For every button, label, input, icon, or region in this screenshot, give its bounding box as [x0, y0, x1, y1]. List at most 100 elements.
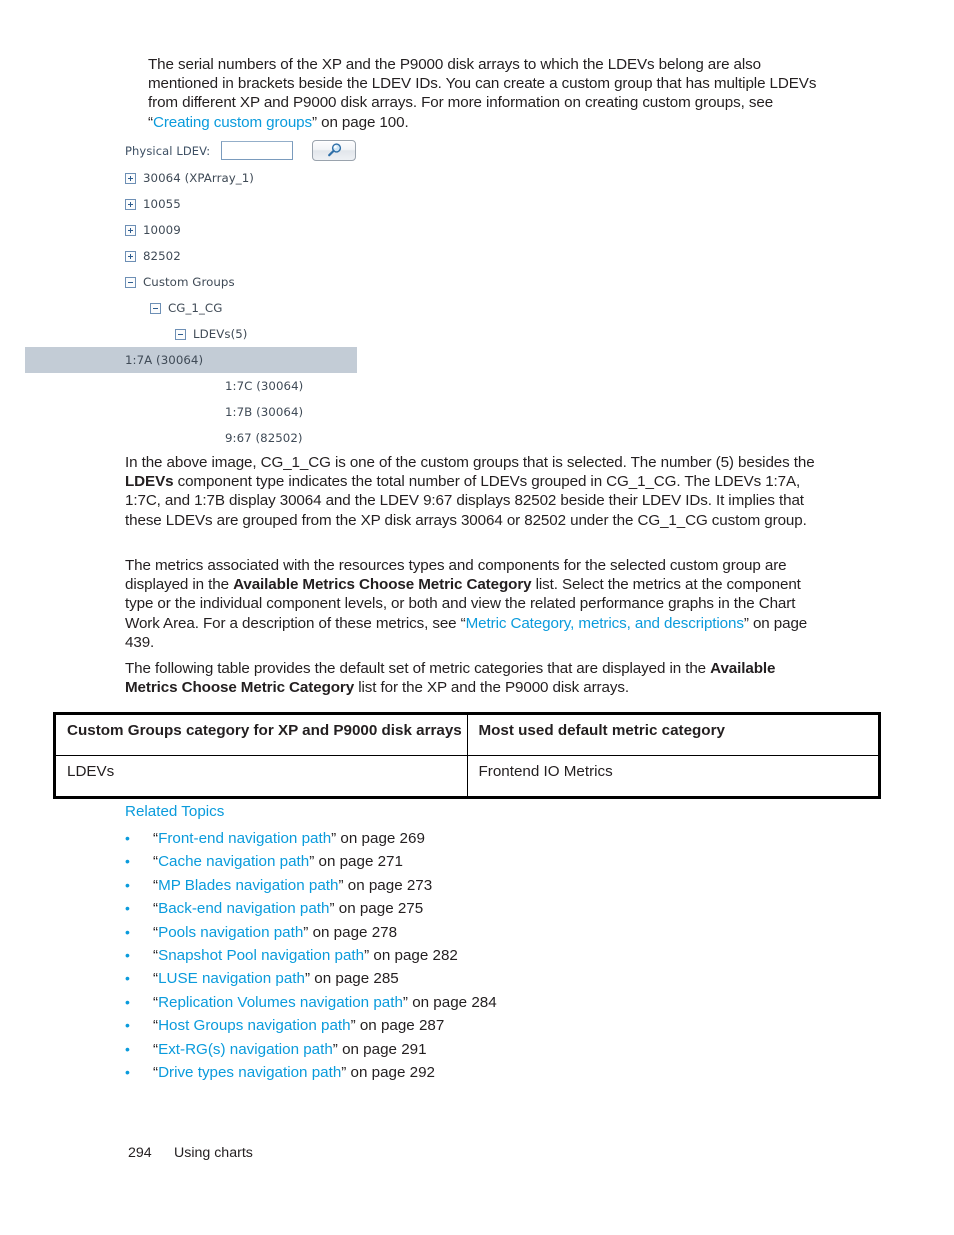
- page-footer: 294 Using charts: [128, 1145, 253, 1161]
- tree-leaf[interactable]: 1:7B (30064): [125, 399, 525, 425]
- tree-node-label: 1:7A (30064): [125, 353, 204, 367]
- tree-node-label: 82502: [143, 249, 181, 263]
- tree-node-label: 10009: [143, 223, 181, 237]
- tree-node-custom-groups[interactable]: Custom Groups: [125, 269, 525, 295]
- tree-node[interactable]: 82502: [125, 243, 525, 269]
- tree-node[interactable]: 10009: [125, 217, 525, 243]
- expand-plus-icon[interactable]: [125, 224, 136, 236]
- search-button[interactable]: [312, 140, 357, 161]
- magnifier-icon: [327, 143, 341, 157]
- table-cell: Frontend IO Metrics: [478, 763, 613, 780]
- intro-paragraph: The serial numbers of the XP and the P90…: [148, 55, 820, 132]
- explanation-paragraph: In the above image, CG_1_CG is one of th…: [125, 453, 825, 530]
- metric-category-link[interactable]: Metric Category, metrics, and descriptio…: [466, 615, 744, 632]
- list-item: • “MP Blades navigation path” on page 27…: [125, 877, 825, 900]
- expand-plus-icon[interactable]: [125, 198, 136, 210]
- tree-node[interactable]: 10055: [125, 191, 525, 217]
- metric-category-table: Custom Groups category for XP and P9000 …: [53, 712, 881, 799]
- expand-plus-icon[interactable]: [125, 172, 136, 184]
- list-item-text: “Front-end navigation path” on page 269: [153, 830, 425, 847]
- related-topic-link[interactable]: LUSE navigation path: [158, 970, 305, 987]
- list-item-suffix: ” on page 271: [309, 853, 403, 871]
- list-item: • “Cache navigation path” on page 271: [125, 853, 825, 876]
- list-item-suffix: ” on page 273: [338, 876, 433, 894]
- bullet-icon: •: [125, 1063, 130, 1080]
- list-item: • “LUSE navigation path” on page 285: [125, 970, 825, 993]
- tree-node[interactable]: 30064 (XPArray_1): [125, 165, 525, 191]
- list-item-text: “Replication Volumes navigation path” on…: [153, 993, 497, 1011]
- tree-leaf-selected[interactable]: 1:7A (30064): [25, 347, 357, 373]
- list-item-text: “Back-end navigation path” on page 275: [153, 900, 424, 918]
- related-topic-link[interactable]: Front-end navigation path: [158, 830, 331, 847]
- physical-ldev-label: Physical LDEV:: [125, 143, 211, 158]
- tree-node-label: 30064 (XPArray_1): [143, 171, 254, 185]
- list-item-text: “MP Blades navigation path” on page 273: [153, 876, 433, 894]
- collapse-minus-icon[interactable]: [150, 302, 161, 314]
- tree-node-label: CG_1_CG: [168, 301, 223, 315]
- list-item-text: “Ext-RG(s) navigation path” on page 291: [153, 1040, 427, 1058]
- list-item-suffix: ” on page 292: [341, 1063, 436, 1081]
- list-item: • “Front-end navigation path” on page 26…: [125, 830, 825, 853]
- bullet-icon: •: [125, 853, 130, 870]
- ldevs-bold: LDEVs: [125, 473, 174, 491]
- collapse-minus-icon[interactable]: [125, 276, 136, 288]
- intro-line-2: mentioned in brackets beside the LDEV ID…: [148, 75, 817, 93]
- metrics-paragraph: The metrics associated with the resource…: [125, 556, 825, 652]
- tree-leaf[interactable]: 1:7C (30064): [125, 373, 525, 399]
- list-item-text: “Cache navigation path” on page 271: [153, 853, 403, 871]
- related-topic-link[interactable]: Cache navigation path: [158, 853, 309, 870]
- tree-leaf[interactable]: 9:67 (82502): [125, 425, 525, 451]
- list-item: • “Replication Volumes navigation path” …: [125, 994, 825, 1017]
- intro-line-1: The serial numbers of the XP and the P90…: [148, 56, 762, 73]
- table-row: LDEVs Frontend IO Metrics: [56, 755, 878, 796]
- tree-node-ldevs[interactable]: LDEVs(5): [125, 321, 525, 347]
- tree-node-label: 1:7C (30064): [225, 379, 304, 393]
- bullet-icon: •: [125, 923, 130, 940]
- list-item-text: “Drive types navigation path” on page 29…: [153, 1063, 436, 1081]
- list-item-suffix: ” on page 284: [402, 993, 497, 1011]
- list-item: • “Host Groups navigation path” on page …: [125, 1017, 825, 1040]
- tree-node-cg-1-cg[interactable]: CG_1_CG: [125, 295, 525, 321]
- related-topic-link[interactable]: MP Blades navigation path: [158, 877, 338, 894]
- list-item-suffix: ” on page 278: [303, 923, 398, 941]
- creating-custom-groups-link[interactable]: Creating custom groups: [153, 114, 312, 131]
- expand-plus-icon[interactable]: [125, 250, 136, 262]
- table-intro-paragraph: The following table provides the default…: [125, 659, 825, 697]
- related-topic-link[interactable]: Snapshot Pool navigation path: [158, 947, 364, 964]
- explanation-segment-2: component type indicates the total numbe…: [125, 473, 807, 529]
- ldev-tree: 30064 (XPArray_1) 10055 10009 82502 Cust…: [25, 165, 525, 451]
- tree-node-label: 1:7B (30064): [225, 405, 304, 419]
- bullet-icon: •: [125, 970, 130, 987]
- related-topic-link[interactable]: Replication Volumes navigation path: [158, 994, 403, 1011]
- related-topic-link[interactable]: Pools navigation path: [158, 924, 303, 941]
- related-topic-link[interactable]: Drive types navigation path: [158, 1064, 341, 1081]
- bullet-icon: •: [125, 946, 130, 963]
- list-item: • “Back-end navigation path” on page 275: [125, 900, 825, 923]
- collapse-minus-icon[interactable]: [175, 328, 186, 340]
- list-item: • “Snapshot Pool navigation path” on pag…: [125, 947, 825, 970]
- list-item-suffix: ” on page 291: [332, 1040, 427, 1058]
- table-intro-segment-2: list for the XP and the P9000 disk array…: [354, 679, 629, 697]
- related-topic-link[interactable]: Ext-RG(s) navigation path: [158, 1041, 333, 1058]
- bullet-icon: •: [125, 830, 130, 846]
- footer-page-number: 294: [128, 1145, 152, 1161]
- table-cell: LDEVs: [56, 755, 468, 796]
- intro-line-3: from different XP and P9000 disk arrays.…: [148, 94, 774, 112]
- table-header-cell: Most used default metric category: [467, 715, 878, 756]
- related-topics-list: • “Front-end navigation path” on page 26…: [125, 830, 825, 1087]
- list-item-text: “Pools navigation path” on page 278: [153, 923, 398, 941]
- table-header-cell: Custom Groups category for XP and P9000 …: [56, 715, 468, 756]
- physical-ldev-input[interactable]: [221, 141, 294, 160]
- tree-node-label: 10055: [143, 197, 181, 211]
- related-topic-link[interactable]: Host Groups navigation path: [158, 1017, 351, 1034]
- list-item-suffix: ” on page 285: [304, 970, 399, 988]
- list-item: • “Drive types navigation path” on page …: [125, 1064, 825, 1087]
- list-item-text: “Host Groups navigation path” on page 28…: [153, 1017, 445, 1035]
- table-intro-segment-1: The following table provides the default…: [125, 660, 711, 677]
- tree-node-label: 9:67 (82502): [225, 431, 303, 445]
- available-metrics-bold: Available Metrics Choose Metric Category: [233, 576, 532, 594]
- intro-link-suffix: ” on page 100.: [312, 113, 409, 131]
- related-topic-link[interactable]: Back-end navigation path: [158, 900, 329, 917]
- bullet-icon: •: [125, 900, 130, 917]
- list-item-suffix: ” on page 282: [364, 946, 458, 964]
